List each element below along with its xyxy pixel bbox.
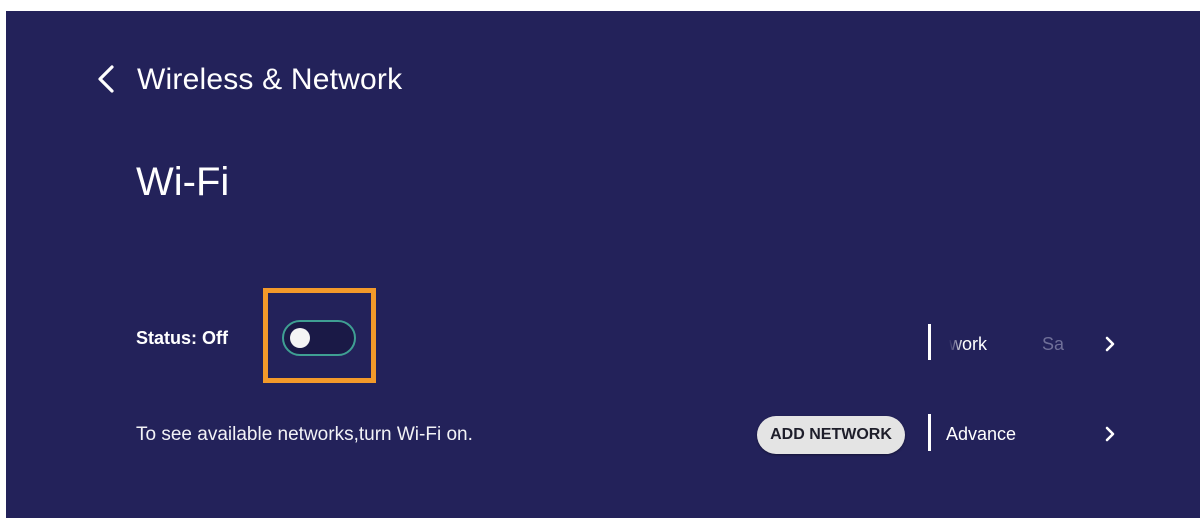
menu-item-advance-label[interactable]: Advance bbox=[946, 423, 1016, 445]
menu-item-saved-label[interactable]: Sa bbox=[1042, 333, 1064, 355]
wifi-toggle[interactable] bbox=[282, 320, 356, 356]
toggle-knob bbox=[290, 328, 310, 348]
page-title: Wi-Fi bbox=[136, 160, 230, 204]
header-title: Wireless & Network bbox=[137, 63, 403, 96]
chevron-left-icon bbox=[98, 65, 114, 93]
wifi-status-label: Status: Off bbox=[136, 328, 228, 348]
add-network-button[interactable]: ADD NETWORK bbox=[757, 416, 905, 454]
back-button[interactable] bbox=[86, 59, 126, 99]
menu-divider bbox=[928, 324, 931, 360]
chevron-right-icon bbox=[1105, 336, 1115, 352]
wifi-hint-text: To see available networks,turn Wi-Fi on. bbox=[136, 424, 473, 445]
menu-item-network-label[interactable]: work bbox=[949, 333, 987, 355]
chevron-right-icon bbox=[1105, 426, 1115, 442]
menu-item-advance-chevron[interactable] bbox=[1100, 422, 1120, 446]
menu-divider bbox=[928, 414, 931, 451]
settings-screen: Wireless & Network Wi-Fi Status: Off To … bbox=[6, 11, 1200, 518]
menu-item-chevron[interactable] bbox=[1100, 332, 1120, 356]
